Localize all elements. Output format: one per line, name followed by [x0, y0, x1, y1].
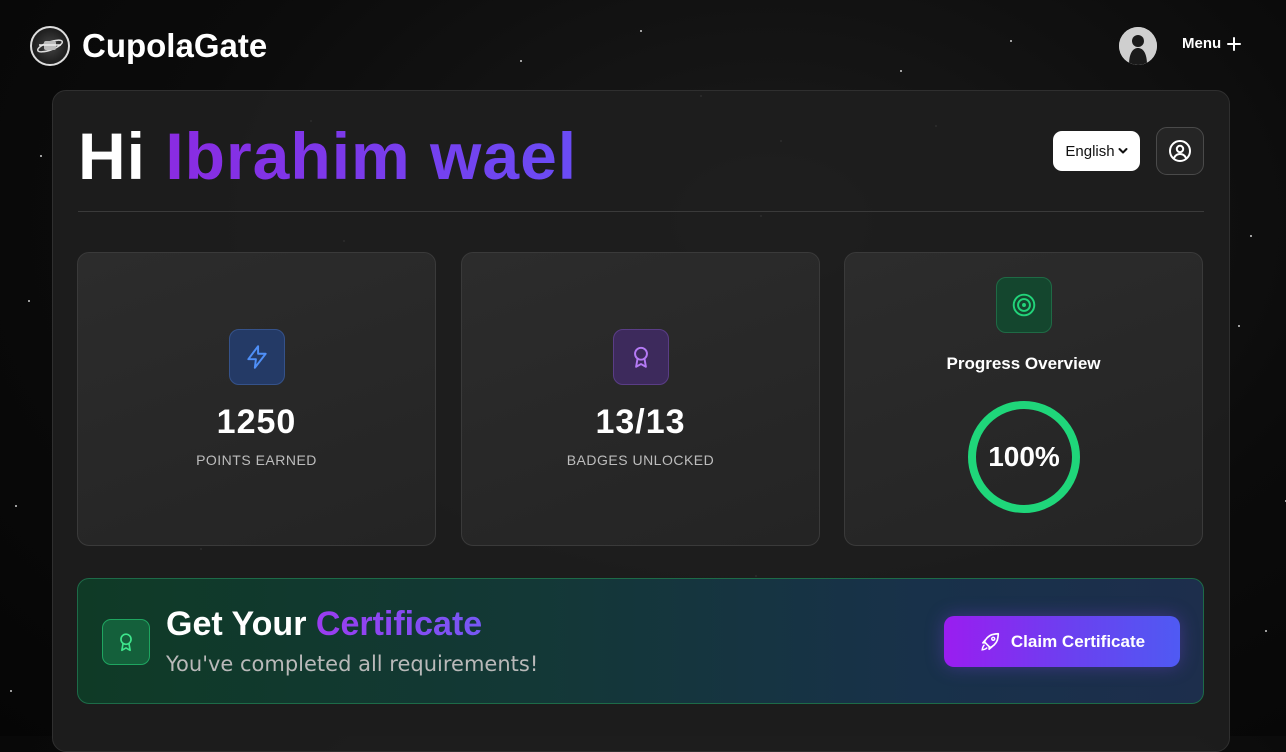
claim-certificate-label: Claim Certificate	[1010, 631, 1146, 651]
target-icon	[995, 277, 1052, 333]
menu-label: Menu	[1182, 35, 1222, 52]
star	[1010, 40, 1012, 42]
badges-label: BADGES UNLOCKED	[566, 452, 715, 468]
star	[15, 505, 17, 507]
points-card: 1250 POINTS EARNED	[77, 252, 436, 546]
badges-value: 13/13	[595, 403, 686, 441]
certificate-banner: Get Your Certificate You've completed al…	[77, 578, 1204, 704]
rocket-icon	[981, 632, 999, 651]
profile-button[interactable]	[1156, 127, 1204, 175]
award-icon	[612, 329, 669, 385]
user-avatar[interactable]	[1119, 27, 1157, 65]
user-name: Ibrahim wael	[165, 119, 578, 193]
plus-icon	[1227, 36, 1242, 51]
progress-percent: 100%	[988, 441, 1060, 472]
claim-certificate-button[interactable]: Claim Certificate	[944, 616, 1180, 667]
language-selected: English	[1065, 142, 1115, 160]
points-value: 1250	[216, 403, 297, 441]
star	[10, 690, 12, 692]
menu-button[interactable]: Menu	[1182, 35, 1242, 52]
star	[1238, 325, 1240, 327]
language-select[interactable]: English	[1053, 131, 1140, 171]
star	[640, 30, 642, 32]
progress-ring: 100%	[966, 399, 1082, 515]
star	[520, 60, 522, 62]
certificate-award-icon	[102, 619, 150, 665]
header-divider	[78, 211, 1204, 212]
brand-name: CupolaGate	[82, 27, 268, 64]
progress-card: Progress Overview 100%	[844, 252, 1203, 546]
certificate-title-accent: Certificate	[315, 605, 483, 643]
certificate-title: Get Your Certificate	[166, 605, 482, 644]
brand-logo[interactable]: CupolaGate	[30, 26, 267, 66]
star	[40, 155, 42, 157]
certificate-title-plain: Get Your	[166, 605, 307, 643]
lightning-icon	[228, 329, 285, 385]
greeting-heading: Hi Ibrahim wael	[78, 118, 577, 194]
star	[1250, 235, 1252, 237]
chevron-down-icon	[1118, 148, 1128, 154]
points-label: POINTS EARNED	[196, 452, 317, 468]
badges-card: 13/13 BADGES UNLOCKED	[461, 252, 820, 546]
progress-title: Progress Overview	[946, 354, 1101, 373]
user-circle-icon	[1169, 140, 1191, 162]
star	[1265, 630, 1267, 632]
logo-icon	[30, 26, 70, 66]
star	[900, 70, 902, 72]
certificate-subtitle: You've completed all requirements!	[166, 652, 539, 676]
star	[28, 300, 30, 302]
greeting-prefix: Hi	[78, 119, 146, 193]
